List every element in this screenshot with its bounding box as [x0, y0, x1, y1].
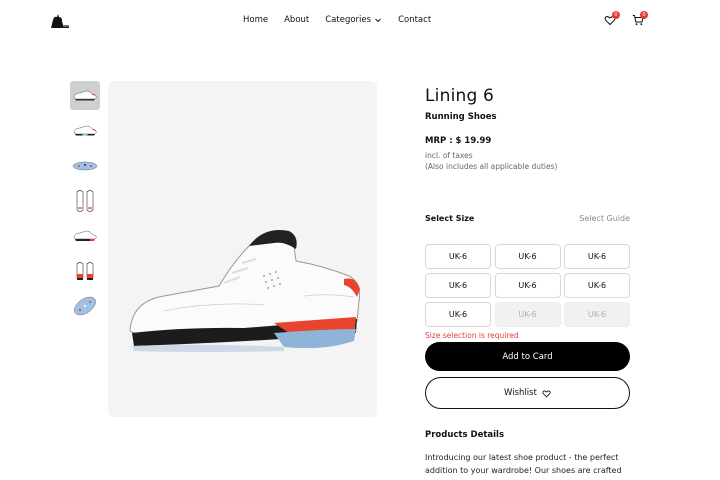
wishlist-header-button[interactable]: 0: [604, 11, 620, 26]
duty-note: (Also includes all applicable duties): [425, 162, 558, 171]
nav-categories[interactable]: Categories: [325, 15, 382, 25]
shoe-thumbnail-image: [76, 189, 94, 212]
product-details-heading: Products Details: [425, 430, 505, 440]
nav-home[interactable]: Home: [243, 15, 268, 25]
thumbnail-heel-view[interactable]: [70, 256, 100, 285]
size-option[interactable]: UK-6: [494, 244, 561, 269]
cart-header-button[interactable]: 0: [632, 11, 648, 26]
size-guide-link[interactable]: Select Guide: [579, 214, 630, 223]
thumbnail-side-view-2[interactable]: [70, 116, 100, 145]
product-title: Lining 6: [425, 86, 495, 106]
thumbnail-list: [70, 81, 100, 326]
shoe-thumbnail-image: [74, 296, 96, 315]
thumbnail-side-view-3[interactable]: [70, 221, 100, 250]
shoe-thumbnail-image: [73, 90, 97, 100]
nav-about-label: About: [284, 15, 310, 25]
nav-home-label: Home: [243, 15, 269, 25]
size-option-unavailable: UK-6: [494, 302, 561, 327]
select-size-label: Select Size: [425, 214, 475, 223]
thumbnail-front-view[interactable]: [70, 186, 100, 215]
size-option[interactable]: UK-6: [494, 273, 561, 298]
product-subtitle: Running Shoes: [425, 112, 497, 122]
product-details-text: Introducing our latest shoe product - th…: [425, 453, 622, 475]
size-option[interactable]: UK-6: [564, 244, 630, 269]
size-option[interactable]: UK-6: [564, 273, 630, 298]
size-option[interactable]: UK-6: [425, 244, 491, 269]
size-option[interactable]: UK-6: [425, 273, 491, 298]
nav-contact[interactable]: Contact: [398, 15, 431, 25]
wishlist-count-badge: 0: [612, 11, 620, 19]
nav-contact-label: Contact: [398, 15, 432, 25]
thumbnail-sole-view-2[interactable]: [70, 291, 100, 320]
thumbnail-side-view[interactable]: [70, 81, 100, 110]
product-price: MRP : $ 19.99: [425, 136, 492, 146]
wishlist-button[interactable]: Wishlist: [425, 377, 630, 409]
tax-note: incl. of taxes: [425, 151, 473, 160]
cart-count-badge: 0: [640, 11, 648, 19]
size-error-message: Size selection is required: [425, 331, 519, 340]
shoe-thumbnail-image: [72, 161, 98, 170]
size-grid: UK-6 UK-6 UK-6 UK-6 UK-6 UK-6 UK-6 UK-6 …: [425, 244, 630, 327]
product-main-image: [108, 81, 377, 417]
add-to-cart-button[interactable]: Add to Card: [425, 342, 630, 371]
shoe-image: [129, 230, 360, 352]
thumbnail-sole-view[interactable]: [70, 151, 100, 180]
shoe-thumbnail-image: [76, 261, 94, 280]
cat-logo-icon[interactable]: [49, 11, 71, 29]
shoe-thumbnail-image: [73, 125, 97, 135]
chevron-down-icon: [375, 18, 381, 23]
nav-about[interactable]: About: [284, 15, 309, 25]
add-to-cart-label: Add to Card: [502, 351, 553, 362]
nav-categories-label: Categories: [325, 15, 372, 25]
size-option[interactable]: UK-6: [425, 302, 491, 327]
shoe-thumbnail-image: [73, 230, 97, 241]
main-nav: Home About Categories Contact: [243, 15, 431, 25]
wishlist-label: Wishlist: [504, 388, 537, 398]
heart-icon: [542, 390, 551, 397]
size-option-unavailable: UK-6: [564, 302, 630, 327]
